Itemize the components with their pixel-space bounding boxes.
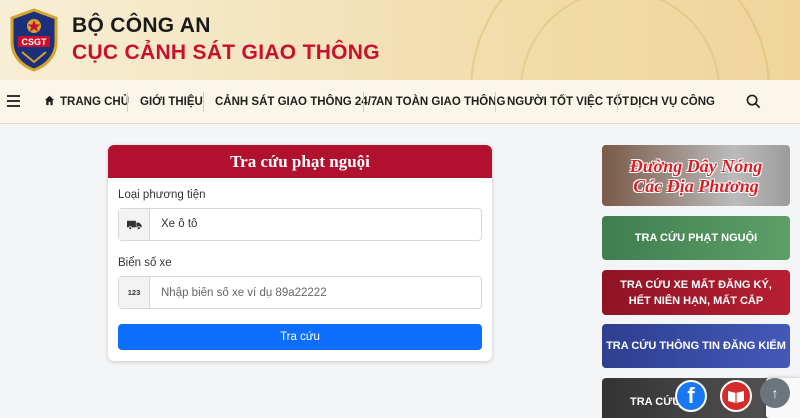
csgt-logo[interactable]: CSGT xyxy=(8,8,60,72)
search-icon[interactable] xyxy=(746,94,761,109)
chat-icon[interactable] xyxy=(720,380,752,412)
nav-divider xyxy=(363,92,364,112)
hotline-line1: Đường Dây Nóng xyxy=(629,155,763,176)
hamburger-icon[interactable] xyxy=(7,95,20,107)
vehicle-type-select[interactable]: Xe ô tô xyxy=(118,208,482,241)
nav-divider xyxy=(495,92,496,112)
plate-field: 123 xyxy=(118,276,482,309)
nav-divider xyxy=(203,92,204,112)
book-icon xyxy=(728,391,744,403)
vehicle-type-label: Loại phương tiện xyxy=(118,189,206,201)
card-title: Tra cứu phạt nguội xyxy=(108,145,492,178)
vehicle-type-value: Xe ô tô xyxy=(161,218,198,230)
search-button[interactable]: Tra cứu xyxy=(118,324,482,350)
home-icon xyxy=(44,95,55,106)
nav-item-good-people[interactable]: NGƯỜI TỐT VIỆC TỐT xyxy=(507,80,629,124)
nav-item-traffic-safety[interactable]: AN TOÀN GIAO THÔNG xyxy=(376,80,505,124)
link-fine-lookup[interactable]: TRA CỨU PHẠT NGUỘI xyxy=(602,216,790,260)
site-subtitle[interactable]: CỤC CẢNH SÁT GIAO THÔNG xyxy=(72,41,380,65)
numbers-icon: 123 xyxy=(119,277,150,308)
nav-divider xyxy=(617,92,618,112)
vehicle-type-prefix xyxy=(119,209,150,240)
nav-item-traffic-police[interactable]: CẢNH SÁT GIAO THÔNG 24/7 xyxy=(215,80,377,124)
plate-input[interactable] xyxy=(150,277,480,308)
truck-icon xyxy=(126,220,142,230)
main-nav: TRANG CHỦ GIỚI THIỆU CẢNH SÁT GIAO THÔNG… xyxy=(0,80,800,124)
hotline-banner[interactable]: Đường Dây Nóng Các Địa Phương xyxy=(602,145,790,206)
logo-text: CSGT xyxy=(21,37,47,47)
nav-item-about[interactable]: GIỚI THIỆU xyxy=(140,80,203,124)
link-lost-vehicle-lookup[interactable]: TRA CỨU XE MẤT ĐĂNG KÝ, HẾT NIÊN HẠN, MẤ… xyxy=(602,270,790,315)
link-inspection-lookup[interactable]: TRA CỨU THÔNG TIN ĐĂNG KIỂM xyxy=(602,324,790,368)
scroll-top-button[interactable]: ↑ xyxy=(760,378,790,408)
hotline-line2: Các Địa Phương xyxy=(633,175,759,196)
nav-item-home[interactable]: TRANG CHỦ xyxy=(44,80,129,124)
site-title[interactable]: BỘ CÔNG AN xyxy=(72,14,211,38)
nav-item-public-services[interactable]: DỊCH VỤ CÔNG xyxy=(630,80,715,124)
nav-item-label: TRANG CHỦ xyxy=(60,96,129,108)
nav-divider xyxy=(127,92,128,112)
facebook-icon[interactable]: f xyxy=(675,380,707,412)
site-header: CSGT BỘ CÔNG AN CỤC CẢNH SÁT GIAO THÔNG xyxy=(0,0,800,80)
fine-lookup-card: Tra cứu phạt nguội Loại phương tiện Xe ô… xyxy=(108,145,492,361)
plate-label: Biển số xe xyxy=(118,257,172,269)
